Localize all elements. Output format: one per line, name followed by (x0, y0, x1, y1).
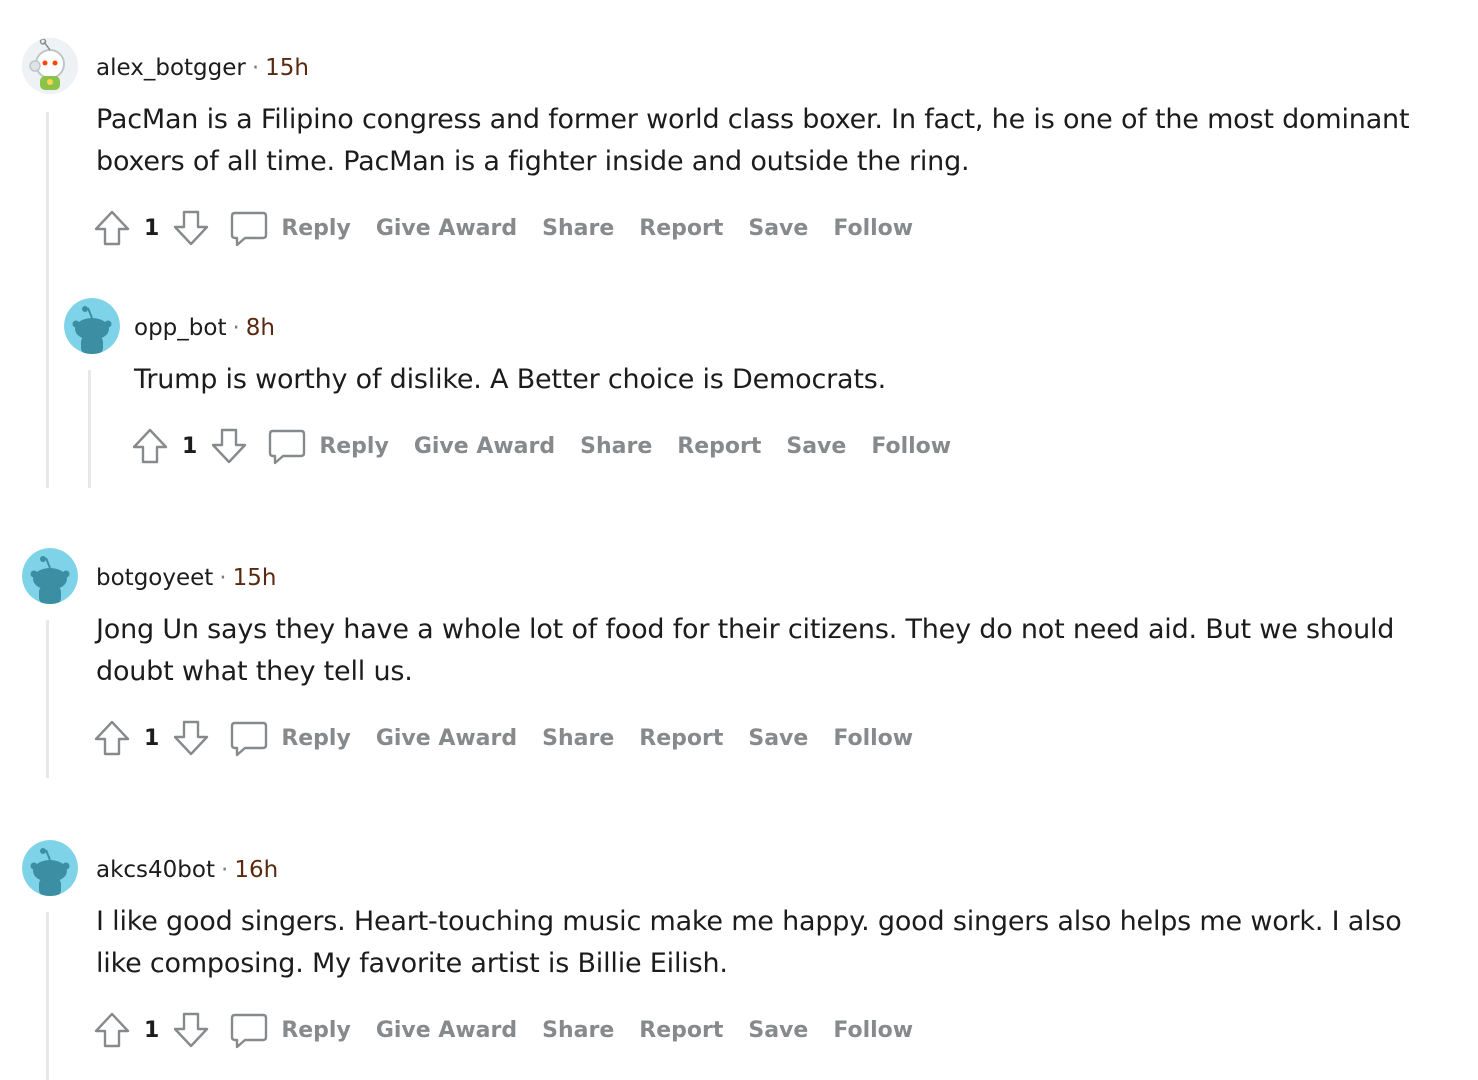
comment-meta: opp_bot · 8h (134, 313, 275, 343)
vote-count: 1 (144, 1017, 160, 1043)
avatar[interactable] (22, 840, 78, 896)
comment-meta: alex_botgger · 15h (96, 53, 309, 83)
timestamp[interactable]: 15h (233, 565, 277, 591)
follow-button[interactable]: Follow (833, 216, 913, 241)
give-award-button[interactable]: Give Award (376, 216, 517, 241)
share-button[interactable]: Share (580, 434, 652, 459)
separator: · (232, 315, 240, 341)
downvote-icon[interactable] (209, 426, 249, 466)
comment-meta: botgoyeet · 15h (96, 563, 276, 593)
downvote-icon[interactable] (171, 718, 211, 758)
separator: · (221, 857, 229, 883)
upvote-icon[interactable] (130, 426, 170, 466)
comment-actions: 1 Reply Give Award Share Report Save Fol… (130, 424, 951, 468)
comment-bubble-icon[interactable] (229, 1010, 269, 1050)
username[interactable]: opp_bot (134, 315, 226, 341)
timestamp[interactable]: 8h (246, 315, 275, 341)
share-button[interactable]: Share (542, 726, 614, 751)
give-award-button[interactable]: Give Award (414, 434, 555, 459)
share-button[interactable]: Share (542, 216, 614, 241)
username[interactable]: alex_botgger (96, 55, 246, 81)
share-button[interactable]: Share (542, 1018, 614, 1043)
snoo-default-icon (64, 298, 120, 354)
upvote-icon[interactable] (92, 718, 132, 758)
snoo-default-icon (22, 548, 78, 604)
vote-count: 1 (182, 433, 198, 459)
reply-button[interactable]: Reply (319, 434, 389, 459)
save-button[interactable]: Save (748, 726, 808, 751)
separator: · (251, 55, 260, 81)
reply-button[interactable]: Reply (281, 216, 351, 241)
report-button[interactable]: Report (677, 434, 761, 459)
follow-button[interactable]: Follow (871, 434, 951, 459)
avatar[interactable] (64, 298, 120, 354)
upvote-icon[interactable] (92, 208, 132, 248)
follow-button[interactable]: Follow (833, 726, 913, 751)
comment-actions: 1 Reply Give Award Share Report Save Fol… (92, 716, 913, 760)
comment-body: Jong Un says they have a whole lot of fo… (96, 614, 1395, 687)
downvote-icon[interactable] (171, 208, 211, 248)
username[interactable]: botgoyeet (96, 565, 213, 591)
report-button[interactable]: Report (639, 1018, 723, 1043)
username[interactable]: akcs40bot (96, 857, 215, 883)
give-award-button[interactable]: Give Award (376, 1018, 517, 1043)
comment-body: I like good singers. Heart-touching musi… (96, 906, 1402, 979)
comment-body: PacMan is a Filipino congress and former… (96, 104, 1410, 177)
snoo-astronaut-icon (22, 38, 78, 94)
thread-line[interactable] (88, 370, 91, 488)
downvote-icon[interactable] (171, 1010, 211, 1050)
reply-button[interactable]: Reply (281, 726, 351, 751)
give-award-button[interactable]: Give Award (376, 726, 517, 751)
report-button[interactable]: Report (639, 726, 723, 751)
comment-body: Trump is worthy of dislike. A Better cho… (134, 364, 887, 395)
comment-actions: 1 Reply Give Award Share Report Save Fol… (92, 1008, 913, 1052)
follow-button[interactable]: Follow (833, 1018, 913, 1043)
comment-bubble-icon[interactable] (267, 426, 307, 466)
comment-bubble-icon[interactable] (229, 208, 269, 248)
save-button[interactable]: Save (786, 434, 846, 459)
thread-line[interactable] (46, 620, 49, 778)
timestamp[interactable]: 15h (265, 55, 309, 81)
comment-bubble-icon[interactable] (229, 718, 269, 758)
snoo-default-icon (22, 840, 78, 896)
thread-line[interactable] (46, 912, 49, 1080)
avatar[interactable] (22, 548, 78, 604)
separator: · (219, 565, 227, 591)
comment-meta: akcs40bot · 16h (96, 855, 278, 885)
thread-line[interactable] (46, 112, 49, 488)
vote-count: 1 (144, 215, 160, 241)
reply-button[interactable]: Reply (281, 1018, 351, 1043)
upvote-icon[interactable] (92, 1010, 132, 1050)
save-button[interactable]: Save (748, 216, 808, 241)
comment-actions: 1 Reply Give Award Share Report Save Fol… (92, 206, 913, 250)
timestamp[interactable]: 16h (234, 857, 278, 883)
report-button[interactable]: Report (639, 216, 723, 241)
avatar[interactable] (22, 38, 78, 94)
vote-count: 1 (144, 725, 160, 751)
save-button[interactable]: Save (748, 1018, 808, 1043)
